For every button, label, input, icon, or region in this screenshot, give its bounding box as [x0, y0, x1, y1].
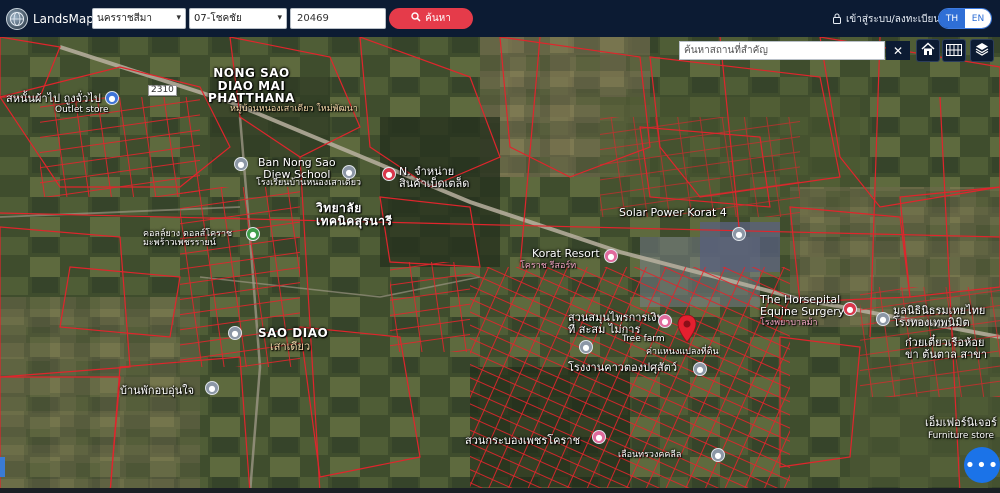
school-icon[interactable]: ● [342, 165, 356, 179]
factory-pin-icon[interactable]: ● [693, 362, 707, 376]
label-school-th: โรงเรียนบ้านหนองเสาเดียว [256, 178, 362, 188]
label-livestock-factory: โรงงานคาวตองปศุสัตว์ [568, 361, 678, 374]
place-pin-icon-3[interactable]: ● [228, 326, 242, 340]
label-nong-sao-diao-mai-phatthana: NONG SAO DIAO MAI PHATTHANA [208, 67, 295, 105]
label-foundation: มูลนิธินิธรมเทยไทย โรงทองเทพนิมิต [893, 304, 986, 329]
globe-icon [6, 7, 28, 30]
label-sao-diao-th: เสาเดียว [270, 340, 311, 353]
side-tab[interactable] [0, 457, 5, 477]
login-label: เข้าสู่ระบบ/ลงทะเบียน [846, 14, 941, 25]
shop-pin-icon[interactable]: ● [711, 448, 725, 462]
language-toggle: TH EN [938, 8, 992, 29]
grid-icon [946, 41, 962, 60]
home-button[interactable] [916, 39, 940, 62]
label-dorm-area: คอลล์ยาง ดอลส์โคราช มะพร้าวเพชรรายน์ [143, 229, 233, 249]
label-house: บ้านพักอบอุ่นใจ [120, 384, 195, 397]
label-furniture: เอ็มเฟอร์นิเจอร์ [925, 416, 997, 429]
lang-th-button[interactable]: TH [939, 9, 965, 28]
label-village-north-th: หมู่บ้านหนองเสาเดียว ใหม่พัฒนา [230, 104, 358, 114]
label-n-shop: N. จำหน่าย สินค้าเบ็ดเตล็ด [399, 165, 470, 190]
top-navbar: LandsMaps นครราชสีมา ▾ 07-โชคชัย ▾ 20469… [0, 0, 1000, 37]
solar-pin-icon[interactable]: ● [732, 227, 746, 241]
satellite-map-imagery [0, 37, 1000, 493]
more-options-button[interactable]: ••• [964, 447, 1000, 483]
label-outlet-en: Outlet store [55, 105, 109, 115]
search-button[interactable]: ค้นหา [389, 8, 473, 29]
label-outlet-th: สหนั้นผ้าไป ถูงจั่วไป [6, 92, 101, 105]
location-pin-icon[interactable]: ● [234, 157, 248, 171]
parcel-number-input[interactable]: 20469 [290, 8, 386, 29]
place-pin-icon[interactable]: ● [246, 227, 260, 241]
district-select[interactable]: 07-โชคชัย ▾ [189, 8, 287, 29]
clear-search-button[interactable]: ✕ [886, 41, 910, 60]
store-icon[interactable]: ● [382, 167, 396, 181]
road-number-badge: 2310 [148, 85, 177, 97]
label-plant-shop: ค่าแหนงแปลงที่ดิน [646, 347, 719, 357]
label-sao-diao: SAO DIAO [258, 326, 329, 340]
house-pin-icon[interactable]: ● [205, 381, 219, 395]
search-button-label: ค้นหา [425, 13, 451, 24]
garden-pin-icon[interactable]: ● [592, 430, 606, 444]
login-link[interactable]: เข้าสู่ระบบ/ลงทะเบียน [832, 12, 940, 27]
landmark-search-placeholder: ค้นหาสถานที่สำคัญ [684, 45, 768, 56]
label-south-shop: เลือนทรวงคคลีล [618, 450, 682, 460]
search-icon [411, 12, 421, 25]
temple-pin-icon[interactable]: ● [876, 312, 890, 326]
parcel-number-value: 20469 [297, 13, 329, 24]
shopping-bag-icon[interactable]: ● [105, 91, 119, 105]
landmark-search-input[interactable]: ค้นหาสถานที่สำคัญ [679, 41, 885, 60]
province-value: นครราชสีมา [97, 13, 152, 24]
brand-name: LandsMaps [33, 11, 101, 26]
label-horsepital-equine-surgery: The Horsepital Equine Surgery [760, 293, 845, 318]
label-ban-nong-sao-school: Ban Nong Sao Diew School [258, 156, 336, 181]
label-furniture-en: Furniture store [928, 431, 995, 441]
layers-icon [975, 41, 989, 60]
close-icon: ✕ [892, 43, 904, 58]
label-surnaree-technical-college: วิทยาลัย เทคนิคสุรนารี [316, 201, 393, 228]
place-pin-icon-2[interactable]: ● [579, 340, 593, 354]
landsmaps-app: LandsMaps นครราชสีมา ▾ 07-โชคชัย ▾ 20469… [0, 0, 1000, 493]
label-hospital-th: โรงพยาบาลม้า [760, 318, 818, 328]
chevron-down-icon: ▾ [277, 13, 282, 23]
map-pin-icon[interactable] [677, 314, 697, 347]
hospital-pin-icon[interactable]: ● [843, 302, 857, 316]
layers-button[interactable] [970, 39, 994, 62]
chevron-down-icon: ▾ [176, 13, 181, 23]
label-korat-resort: Korat Resort [532, 247, 600, 260]
home-icon [921, 41, 935, 60]
grid-toggle-button[interactable] [942, 39, 966, 62]
map-viewport[interactable]: NONG SAO DIAO MAI PHATTHANA หมู่บ้านหนอง… [0, 37, 1000, 493]
label-solar-power-korat-4: Solar Power Korat 4 [619, 206, 727, 219]
label-herb-park: สวนสมุนไพรการเงิน ที่ สะสม ไม่การ [568, 311, 664, 336]
label-tree-farm: Tree farm [622, 334, 665, 344]
park-pin-icon[interactable]: ● [658, 314, 672, 328]
label-korat-resort-th: โคราช รีสอร์ท [520, 261, 577, 271]
lang-en-button[interactable]: EN [965, 9, 991, 28]
brand[interactable]: LandsMaps [6, 7, 101, 30]
horizontal-scrollbar[interactable] [0, 488, 1000, 493]
village-north-text: NONG SAO DIAO MAI PHATTHANA [208, 66, 295, 106]
user-icon [832, 13, 842, 27]
label-cactus-garden: สวนกระบองเพชรโคราช [465, 434, 581, 447]
district-value: 07-โชคชัย [194, 13, 242, 24]
label-noodle-shop: ก๋วยเตี๋ยวเรือห้อย ขา ต้นตาล สาขา [905, 336, 988, 361]
province-select[interactable]: นครราชสีมา ▾ [92, 8, 186, 29]
ellipsis-icon: ••• [964, 454, 1000, 476]
hotel-pin-icon[interactable]: ● [604, 249, 618, 263]
